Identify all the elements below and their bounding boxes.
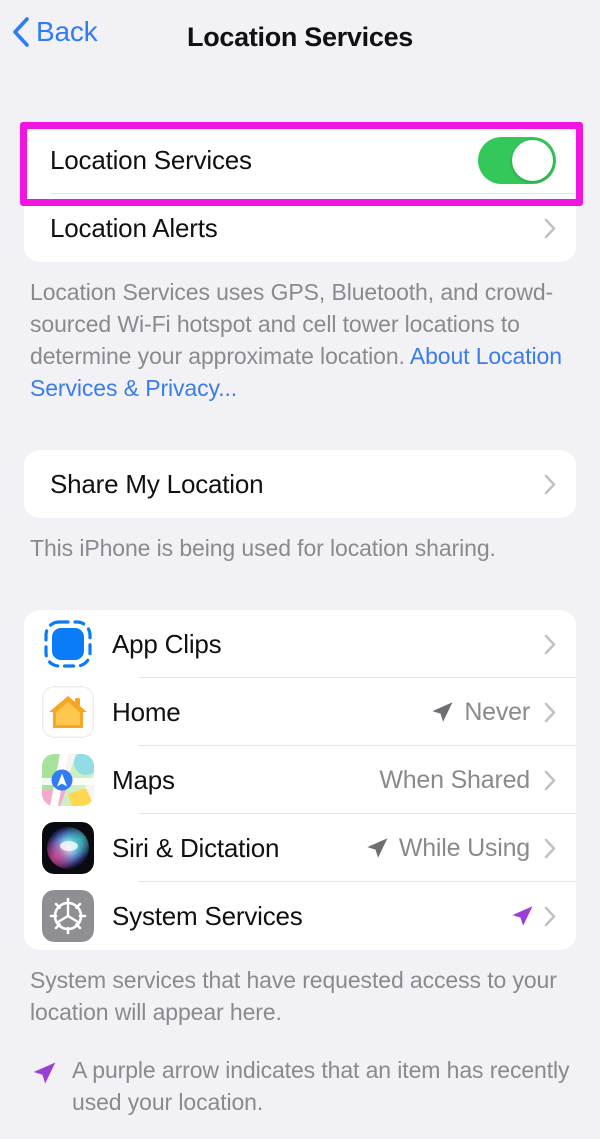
- maps-icon: [42, 754, 94, 806]
- share-my-location-card: Share My Location: [24, 450, 576, 518]
- gear-icon: [42, 890, 94, 942]
- app-row-siri-dictation[interactable]: Siri & Dictation While Using: [24, 814, 576, 882]
- chevron-right-icon: [544, 218, 556, 238]
- app-label: System Services: [112, 900, 303, 931]
- app-row-app-clips[interactable]: App Clips: [24, 610, 576, 678]
- location-services-toggle-row[interactable]: Location Services: [24, 126, 576, 194]
- toggle-knob: [512, 139, 553, 181]
- page-title: Location Services: [187, 22, 413, 52]
- legend-item-purple-arrow: A purple arrow indicates that an item ha…: [30, 1054, 570, 1118]
- chevron-right-icon: [544, 634, 556, 654]
- app-label: Siri & Dictation: [112, 832, 280, 863]
- location-arrow-purple-icon: [33, 1062, 56, 1084]
- navigation-bar: Back Location Services: [0, 0, 600, 80]
- location-alerts-label: Location Alerts: [50, 212, 218, 243]
- share-my-location-footnote: This iPhone is being used for location s…: [30, 535, 496, 561]
- legend-gray-text: A gray arrow indicates that an item has …: [72, 1132, 570, 1139]
- app-label: Home: [112, 696, 181, 727]
- app-label: Maps: [112, 764, 175, 795]
- location-services-screen: Back Location Services Location Services…: [0, 0, 600, 1139]
- chevron-right-icon: [544, 702, 556, 722]
- share-my-location-label: Share My Location: [50, 468, 264, 499]
- app-row-maps[interactable]: Maps When Shared: [24, 746, 576, 814]
- app-row-system-services[interactable]: System Services: [24, 882, 576, 950]
- location-services-footnote: Location Services uses GPS, Bluetooth, a…: [30, 276, 570, 404]
- arrow-legend: A purple arrow indicates that an item ha…: [30, 1054, 570, 1139]
- chevron-right-icon: [544, 906, 556, 926]
- location-services-toggle[interactable]: [478, 136, 556, 184]
- chevron-right-icon: [544, 770, 556, 790]
- legend-item-gray-arrow: A gray arrow indicates that an item has …: [30, 1132, 570, 1139]
- location-services-label: Location Services: [50, 144, 252, 175]
- location-alerts-row[interactable]: Location Alerts: [24, 194, 576, 262]
- apps-list-card: App Clips Home Never Maps When Shared Si…: [24, 610, 576, 950]
- app-value: While Using: [398, 833, 530, 862]
- app-row-home[interactable]: Home Never: [24, 678, 576, 746]
- app-value: When Shared: [379, 765, 530, 794]
- location-arrow-gray-icon: [432, 702, 453, 722]
- chevron-right-icon: [544, 838, 556, 858]
- siri-icon: [42, 822, 94, 874]
- location-arrow-gray-icon: [367, 838, 388, 858]
- legend-purple-text: A purple arrow indicates that an item ha…: [72, 1057, 570, 1115]
- chevron-right-icon: [544, 474, 556, 494]
- home-icon: [42, 686, 94, 738]
- app-label: App Clips: [112, 628, 222, 659]
- share-my-location-row[interactable]: Share My Location: [24, 450, 576, 518]
- system-services-footnote: System services that have requested acce…: [30, 967, 557, 1025]
- location-services-card: Location Services Location Alerts: [24, 126, 576, 262]
- app-clips-icon: [44, 620, 92, 668]
- location-arrow-purple-icon: [512, 906, 533, 926]
- app-value: Never: [464, 697, 530, 726]
